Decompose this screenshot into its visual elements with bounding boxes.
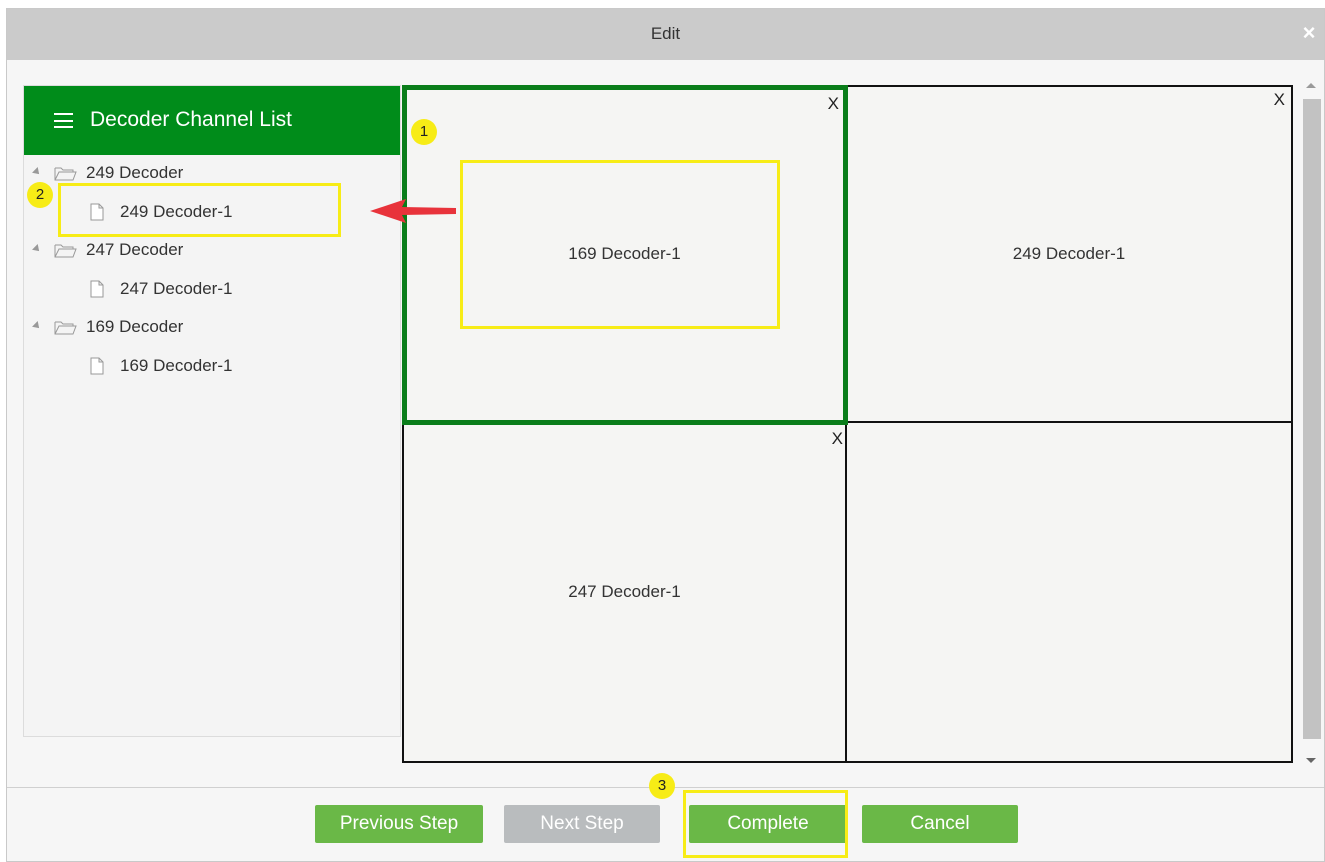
file-icon bbox=[90, 357, 104, 375]
decoder-channel-panel: Decoder Channel List 249 Decoder 249 Dec… bbox=[23, 85, 401, 737]
tree-group-label: 249 Decoder bbox=[86, 163, 184, 182]
step-badge-3: 3 bbox=[649, 773, 675, 799]
tree-item-label: 247 Decoder-1 bbox=[120, 279, 233, 298]
tree-group-169-decoder[interactable]: 169 Decoder bbox=[24, 314, 400, 340]
expand-caret-icon[interactable] bbox=[32, 244, 42, 254]
cell-channel-label: 249 Decoder-1 bbox=[1012, 244, 1126, 263]
grid-divider-vertical bbox=[845, 87, 847, 761]
step-badge-1: 1 bbox=[411, 119, 437, 145]
screen-cell-4[interactable] bbox=[847, 423, 1291, 761]
expand-caret-icon[interactable] bbox=[32, 321, 42, 331]
expand-caret-icon[interactable] bbox=[32, 167, 42, 177]
cell-close-icon[interactable]: X bbox=[1274, 90, 1285, 110]
edit-dialog: Edit × Decoder Channel List 249 Decoder … bbox=[6, 8, 1325, 862]
file-icon bbox=[90, 280, 104, 298]
menu-icon bbox=[54, 113, 73, 128]
screen-cell-3[interactable]: 247 Decoder-1 X bbox=[404, 423, 845, 761]
cell-channel-label: 169 Decoder-1 bbox=[568, 244, 681, 263]
cell-close-icon[interactable]: X bbox=[832, 429, 843, 449]
channel-list-title: Decoder Channel List bbox=[90, 108, 292, 131]
vertical-scrollbar[interactable] bbox=[1301, 77, 1322, 769]
close-icon[interactable]: × bbox=[1300, 21, 1318, 45]
tree-group-249-decoder[interactable]: 249 Decoder bbox=[24, 160, 400, 186]
next-step-button[interactable]: Next Step bbox=[504, 805, 660, 843]
channel-list-header: Decoder Channel List bbox=[24, 86, 400, 155]
tree-item-label: 249 Decoder-1 bbox=[120, 202, 233, 221]
screen-cell-2[interactable]: 249 Decoder-1 X bbox=[847, 87, 1291, 421]
folder-icon bbox=[54, 167, 77, 181]
dialog-titlebar: Edit × bbox=[7, 9, 1324, 60]
tree-item-247-decoder-1[interactable]: 247 Decoder-1 bbox=[24, 276, 400, 302]
scroll-thumb[interactable] bbox=[1303, 99, 1321, 739]
screen-split-grid: 169 Decoder-1 X 249 Decoder-1 X 247 Deco… bbox=[402, 85, 1293, 763]
scroll-down-arrow-icon[interactable] bbox=[1306, 758, 1316, 763]
tree-group-label: 247 Decoder bbox=[86, 240, 184, 259]
dialog-title: Edit bbox=[650, 24, 681, 43]
previous-step-button[interactable]: Previous Step bbox=[315, 805, 483, 843]
tree-item-169-decoder-1[interactable]: 169 Decoder-1 bbox=[24, 353, 400, 379]
tree-item-label: 169 Decoder-1 bbox=[120, 356, 233, 375]
cell-channel-label: 247 Decoder-1 bbox=[568, 582, 681, 601]
complete-button[interactable]: Complete bbox=[689, 805, 847, 843]
red-arrow-icon bbox=[370, 199, 456, 223]
folder-icon bbox=[54, 321, 77, 335]
file-icon bbox=[90, 203, 104, 221]
tree-item-249-decoder-1[interactable]: 249 Decoder-1 bbox=[24, 199, 400, 225]
scroll-up-arrow-icon[interactable] bbox=[1306, 83, 1316, 88]
folder-icon bbox=[54, 244, 77, 258]
tree-group-247-decoder[interactable]: 247 Decoder bbox=[24, 237, 400, 263]
cancel-button[interactable]: Cancel bbox=[862, 805, 1018, 843]
tree-group-label: 169 Decoder bbox=[86, 317, 184, 336]
grid-divider-horizontal bbox=[404, 421, 1291, 423]
cell-close-icon[interactable]: X bbox=[828, 94, 839, 114]
screen-cell-1[interactable]: 169 Decoder-1 X bbox=[404, 87, 845, 421]
step-badge-2: 2 bbox=[27, 182, 53, 208]
